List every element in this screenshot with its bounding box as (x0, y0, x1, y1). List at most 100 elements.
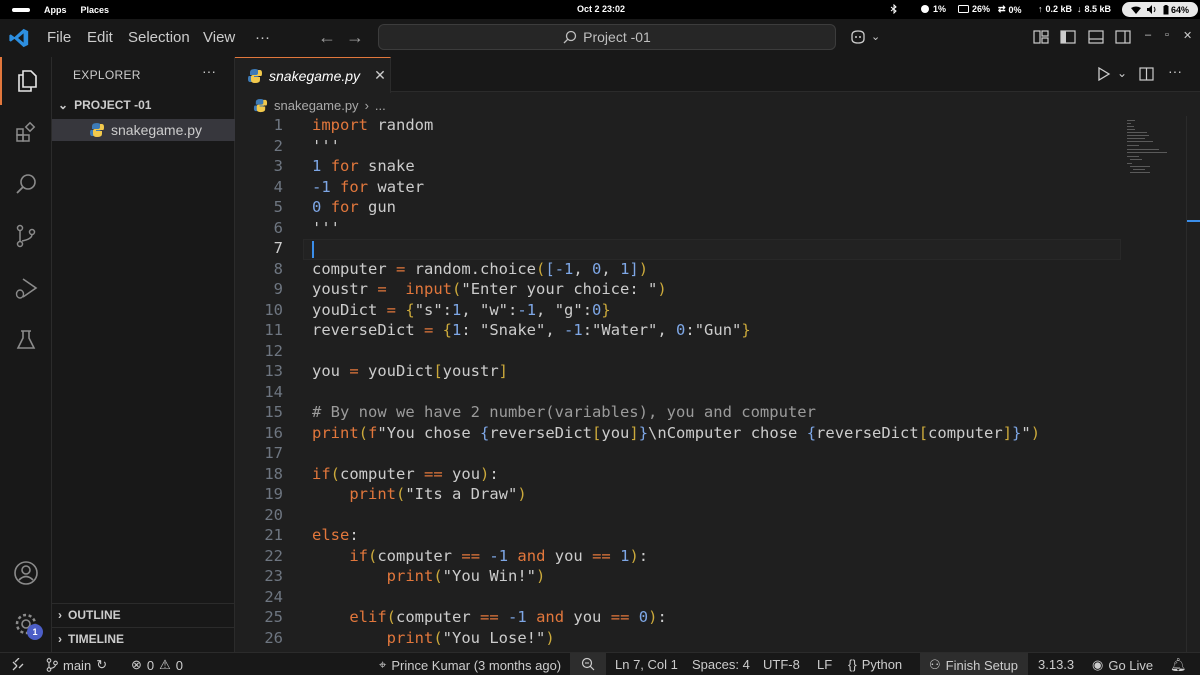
clock[interactable]: Oct 2 23:02 (577, 4, 625, 14)
minimize-icon[interactable]: ‒ (1145, 29, 1151, 41)
encoding[interactable]: UTF-8 (763, 657, 800, 672)
go-live[interactable]: ◉ Go Live (1092, 657, 1153, 673)
code-line[interactable]: 15 # By now we have 2 number(variables), … (235, 403, 1125, 424)
minimap[interactable] (1121, 116, 1186, 652)
code-line[interactable]: 16 print(f"You chose {reverseDict[you]}\n… (235, 424, 1125, 445)
code-line[interactable]: 13 you = youDict[youstr] (235, 362, 1125, 383)
bluetooth-icon[interactable] (890, 4, 898, 14)
language-mode[interactable]: {} Python (848, 657, 902, 672)
split-editor-icon[interactable] (1139, 67, 1154, 81)
code-line[interactable]: 1 import random (235, 116, 1125, 137)
menu-view[interactable]: View (203, 29, 235, 46)
back-arrow-icon[interactable]: ← (318, 27, 336, 48)
run-debug-activity[interactable] (0, 264, 52, 312)
run-dropdown-icon[interactable]: ⌄ (1117, 66, 1127, 80)
code-line[interactable]: 12 (235, 342, 1125, 363)
error-icon: ⊗ (131, 657, 142, 672)
extensions-activity[interactable] (0, 109, 52, 157)
testing-activity[interactable] (0, 316, 52, 364)
indentation[interactable]: Spaces: 4 (692, 657, 750, 672)
code-line[interactable]: 9 youstr = input("Enter your choice: ") (235, 280, 1125, 301)
code-line[interactable]: 19 print("Its a Draw") (235, 485, 1125, 506)
code-line[interactable]: 2 ''' (235, 137, 1125, 158)
project-folder[interactable]: ⌄ PROJECT -01 (52, 95, 235, 115)
search-activity[interactable] (0, 160, 52, 208)
menu-file[interactable]: File (47, 29, 71, 46)
code-line[interactable]: 11 reverseDict = {1: "Snake", -1:"Water",… (235, 321, 1125, 342)
maximize-icon[interactable]: ▫ (1165, 29, 1169, 41)
breadcrumb-symbol[interactable]: ... (375, 98, 386, 113)
menu-more[interactable]: ··· (255, 29, 270, 46)
toggle-sidebar-icon[interactable] (1059, 28, 1077, 46)
line-number: 24 (264, 587, 283, 606)
layout-customize-icon[interactable] (1032, 28, 1050, 46)
activities-indicator[interactable] (12, 7, 30, 12)
source-control-activity[interactable] (0, 212, 52, 260)
arrow-up-icon: ↑ (1038, 4, 1043, 14)
code-text: 1 for snake (312, 157, 415, 175)
error-count: 0 (146, 657, 155, 673)
chevron-down-icon[interactable]: ⌄ (871, 30, 880, 43)
timeline-label: TIMELINE (68, 631, 124, 646)
code-line[interactable]: 3 1 for snake (235, 157, 1125, 178)
code-line[interactable]: 5 0 for gun (235, 198, 1125, 219)
swap-value: 0% (1008, 4, 1022, 15)
menu-selection[interactable]: Selection (128, 29, 190, 46)
code-line[interactable]: 17 (235, 444, 1125, 465)
code-line[interactable]: 7 (235, 239, 1125, 260)
code-line[interactable]: 8 computer = random.choice([-1, 0, 1]) (235, 260, 1125, 281)
accounts-activity[interactable] (0, 549, 52, 597)
code-line[interactable]: 6 ''' (235, 219, 1125, 240)
activity-bar: 1 (0, 57, 52, 652)
code-line[interactable]: 22 if(computer == -1 and you == 1): (235, 547, 1125, 568)
toggle-panel-icon[interactable] (1087, 28, 1105, 46)
editor-more-actions[interactable]: ··· (1168, 63, 1182, 79)
end-of-line[interactable]: LF (817, 657, 832, 672)
branch-indicator[interactable]: main ↻ (46, 657, 107, 673)
code-line[interactable]: 18 if(computer == you): (235, 465, 1125, 486)
places-menu[interactable]: Places (81, 5, 110, 15)
code-editor[interactable]: 1 import random 2 ''' 3 1 for snake 4 -1 for wa… (235, 116, 1125, 652)
outline-section[interactable]: › OUTLINE (52, 603, 235, 625)
code-line[interactable]: 21 else: (235, 526, 1125, 547)
forward-arrow-icon[interactable]: → (346, 27, 364, 48)
finish-setup[interactable]: ⚇ Finish Setup (920, 653, 1028, 675)
code-line[interactable]: 26 print("You Lose!") (235, 629, 1125, 650)
sync-icon[interactable]: ↻ (96, 657, 107, 673)
zoom-indicator[interactable] (570, 653, 606, 675)
manage-activity[interactable]: 1 (0, 600, 52, 648)
breadcrumb-file[interactable]: snakegame.py (274, 98, 359, 113)
file-item-snakegame[interactable]: snakegame.py (52, 119, 235, 141)
code-line[interactable]: 20 (235, 506, 1125, 527)
remote-indicator[interactable] (0, 653, 36, 675)
problems-indicator[interactable]: ⊗ 0 ⚠ 0 (131, 657, 183, 673)
tab-snakegame[interactable]: snakegame.py ✕ (235, 57, 391, 93)
line-number: 14 (264, 382, 283, 401)
code-line[interactable]: 10 youDict = {"s":1, "w":-1, "g":0} (235, 301, 1125, 322)
python-version[interactable]: 3.13.3 (1038, 657, 1074, 672)
cursor-position[interactable]: Ln 7, Col 1 (615, 657, 678, 672)
copilot-icon[interactable] (849, 28, 867, 46)
code-line[interactable]: 25 elif(computer == -1 and you == 0): (235, 608, 1125, 629)
close-window-icon[interactable]: ✕ (1183, 29, 1192, 42)
git-blame[interactable]: ⌖ Prince Kumar (3 months ago) (379, 657, 561, 673)
code-text: elif(computer == -1 and you == 0): (349, 608, 667, 626)
close-tab-icon[interactable]: ✕ (374, 67, 386, 84)
code-line[interactable]: 24 (235, 588, 1125, 609)
menu-edit[interactable]: Edit (87, 29, 113, 46)
explorer-more-actions[interactable]: ··· (202, 63, 216, 79)
code-line[interactable]: 23 print("You Win!") (235, 567, 1125, 588)
notifications-bell-icon[interactable]: 🔔︎ (1170, 657, 1187, 673)
system-menu[interactable]: 64% (1122, 2, 1198, 17)
cpu-icon (921, 5, 929, 13)
vertical-scrollbar[interactable] (1186, 116, 1200, 652)
explorer-activity[interactable] (0, 57, 52, 105)
run-icon[interactable] (1097, 67, 1111, 81)
command-center-search[interactable]: Project -01 (378, 24, 836, 50)
timeline-section[interactable]: › TIMELINE (52, 627, 235, 649)
apps-menu[interactable]: Apps (44, 5, 67, 15)
command-center-label: Project -01 (583, 29, 651, 45)
toggle-secondary-sidebar-icon[interactable] (1114, 28, 1132, 46)
code-line[interactable]: 4 -1 for water (235, 178, 1125, 199)
code-line[interactable]: 14 (235, 383, 1125, 404)
